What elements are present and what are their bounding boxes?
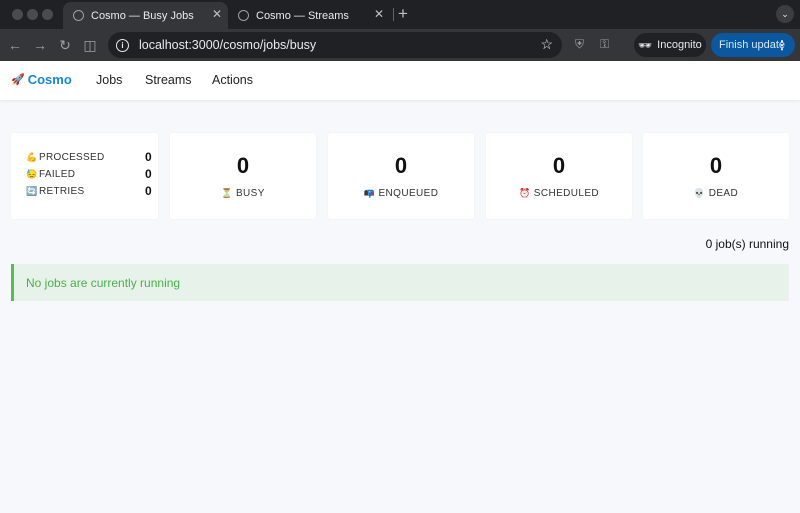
brand-name: Cosmo: [27, 72, 72, 87]
tab-divider: [393, 8, 394, 21]
scheduled-label: ⏰ SCHEDULED: [518, 188, 600, 199]
scheduled-count: 0: [552, 153, 566, 178]
tab-title: Cosmo — Busy Jobs: [91, 9, 194, 22]
tab-title: Cosmo — Streams: [256, 9, 349, 22]
nav-link-jobs[interactable]: Jobs: [96, 73, 122, 87]
bookmark-star-icon[interactable]: ☆: [540, 36, 553, 53]
minimize-window-button[interactable]: [27, 9, 38, 20]
browser-tabstrip: Cosmo — Busy Jobs ✕ Cosmo — Streams ✕ + …: [0, 0, 800, 29]
mailbox-icon: 📭: [363, 188, 376, 198]
close-tab-icon[interactable]: ✕: [374, 7, 384, 21]
incognito-indicator[interactable]: 🕶 Incognito: [634, 33, 706, 57]
busy-label: ⏳ BUSY: [221, 188, 265, 199]
url-text: localhost:3000/cosmo/jobs/busy: [139, 38, 317, 52]
skull-icon: 💀: [693, 188, 706, 198]
reload-button[interactable]: ↻: [55, 35, 75, 55]
new-tab-button[interactable]: +: [398, 4, 408, 24]
processed-value: 0: [145, 150, 152, 164]
incognito-icon: 🕶: [638, 39, 653, 52]
retries-label: RETRIES: [39, 185, 85, 197]
close-window-button[interactable]: [12, 9, 23, 20]
running-count-text: 0 job(s) running: [705, 237, 789, 251]
busy-count: 0: [236, 153, 250, 178]
enqueued-card: 0 📭 ENQUEUED: [328, 133, 474, 219]
no-jobs-alert: No jobs are currently running: [11, 264, 789, 301]
tab-streams[interactable]: Cosmo — Streams ✕: [228, 2, 390, 29]
scheduled-card: 0 ⏰ SCHEDULED: [486, 133, 632, 219]
nav-link-actions[interactable]: Actions: [212, 73, 253, 87]
password-key-icon[interactable]: ⚿: [600, 37, 609, 52]
close-tab-icon[interactable]: ✕: [212, 7, 222, 21]
app-navbar: 🚀 Cosmo Jobs Streams Actions: [0, 61, 800, 100]
flexed-biceps-icon: 💪: [26, 151, 38, 162]
alert-message: No jobs are currently running: [26, 275, 181, 290]
globe-icon: [238, 10, 249, 21]
failed-row: 😓 FAILED 0: [26, 166, 153, 182]
enqueued-label: 📭 ENQUEUED: [363, 188, 439, 199]
forward-button[interactable]: →: [30, 35, 50, 55]
processed-label: PROCESSED: [39, 151, 105, 163]
nav-link-streams[interactable]: Streams: [145, 73, 192, 87]
failed-label: FAILED: [39, 168, 76, 180]
hourglass-icon: ⏳: [221, 188, 233, 198]
back-button[interactable]: ←: [5, 35, 25, 55]
finish-update-button[interactable]: Finish update ⋮: [711, 33, 795, 57]
enqueued-count: 0: [394, 153, 408, 178]
site-info-icon[interactable]: i: [116, 38, 129, 52]
retries-value: 0: [145, 184, 152, 198]
retries-row: 🔄 RETRIES 0: [26, 183, 153, 199]
browser-toolbar: ← → ↻ ◫ i localhost:3000/cosmo/jobs/busy…: [0, 29, 800, 61]
brand-logo[interactable]: 🚀 Cosmo: [11, 72, 72, 87]
processed-row: 💪 PROCESSED 0: [26, 149, 153, 165]
dead-label: 💀 DEAD: [693, 188, 739, 199]
failed-value: 0: [145, 167, 152, 181]
globe-icon: [73, 10, 84, 21]
busy-card: 0 ⏳ BUSY: [170, 133, 316, 219]
sweat-face-icon: 😓: [26, 168, 38, 179]
split-view-icon[interactable]: ◫: [80, 35, 100, 55]
more-menu-icon[interactable]: ⋮: [776, 38, 788, 52]
incognito-label: Incognito: [657, 39, 702, 51]
rocket-icon: 🚀: [11, 74, 25, 86]
extension-icon[interactable]: ⛨: [575, 37, 584, 52]
maximize-window-button[interactable]: [42, 9, 53, 20]
repeat-icon: 🔄: [26, 185, 38, 196]
tab-busy-jobs[interactable]: Cosmo — Busy Jobs ✕: [63, 2, 228, 29]
alarm-clock-icon: ⏰: [518, 188, 531, 198]
dead-card: 0 💀 DEAD: [643, 133, 789, 219]
dead-count: 0: [709, 153, 723, 178]
summary-card: 💪 PROCESSED 0 😓 FAILED 0 🔄 RETRIES 0: [11, 133, 158, 219]
tab-search-button[interactable]: ⌄: [776, 5, 794, 23]
address-bar[interactable]: i localhost:3000/cosmo/jobs/busy ☆: [108, 32, 562, 58]
